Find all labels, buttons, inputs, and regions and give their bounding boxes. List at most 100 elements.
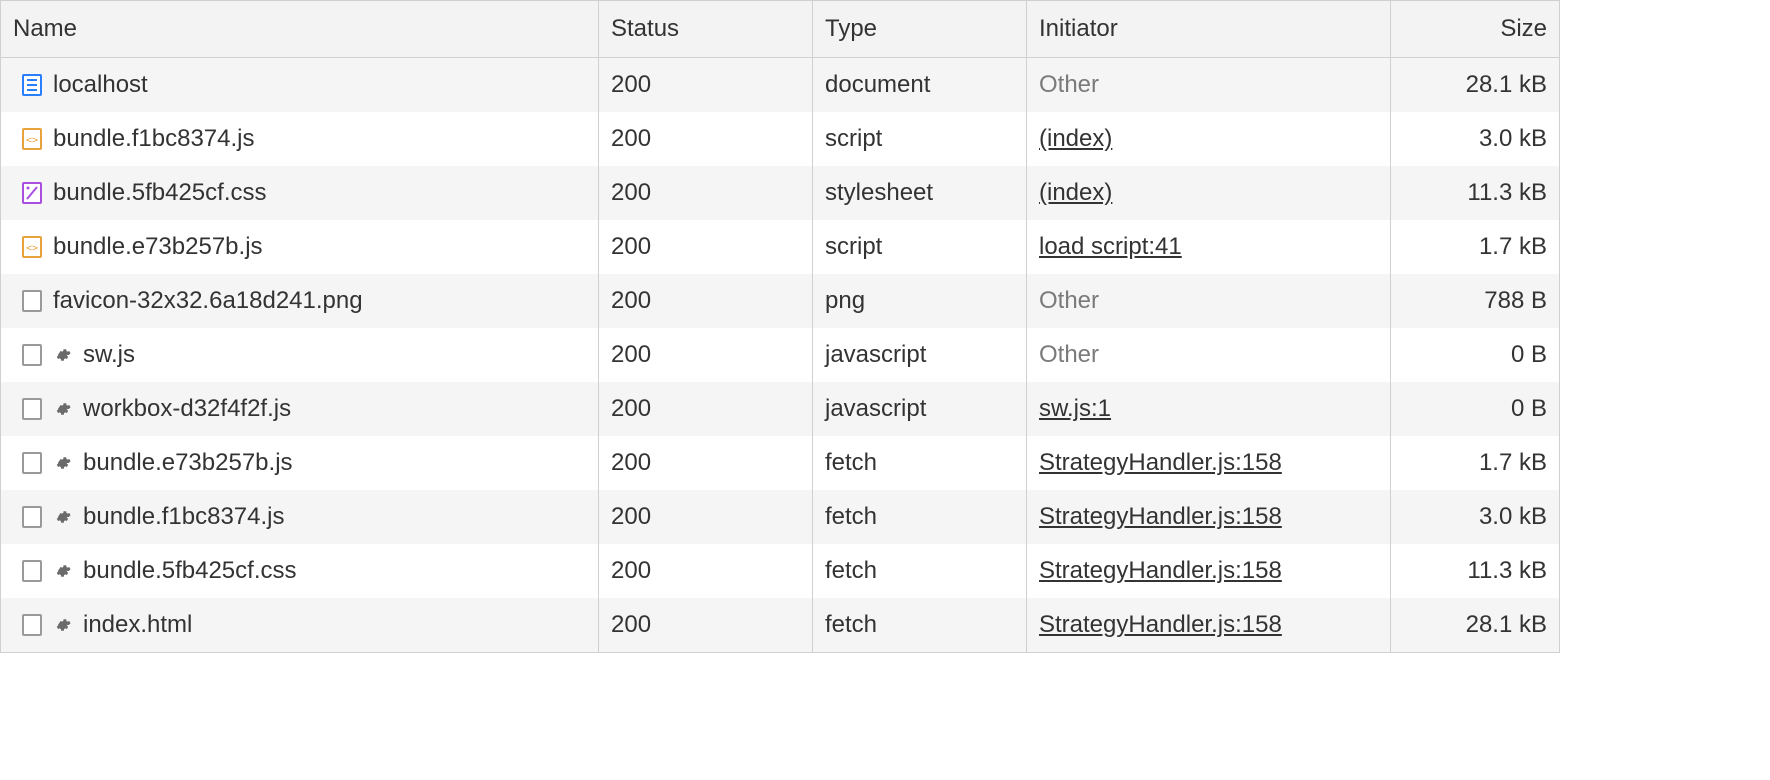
request-name: bundle.e73b257b.js xyxy=(53,233,263,261)
cell-name: favicon-32x32.6a18d241.png xyxy=(1,274,599,328)
table-row[interactable]: bundle.5fb425cf.css 200fetch StrategyHandl… xyxy=(1,544,1559,598)
table-row[interactable]: <> bundle.f1bc8374.js 200script (index) 3.0 … xyxy=(1,112,1559,166)
column-header-initiator[interactable]: Initiator xyxy=(1027,1,1391,57)
cell-name: bundle.5fb425cf.css xyxy=(1,166,599,220)
cell-initiator: Other xyxy=(1027,58,1391,112)
table-row[interactable]: index.html200fetchStrategyHandler.js:158… xyxy=(1,598,1559,652)
column-header-name[interactable]: Name xyxy=(1,1,599,57)
initiator-text: Other xyxy=(1039,341,1099,369)
gear-icon xyxy=(53,347,73,363)
blank-file-icon xyxy=(21,344,43,366)
column-header-size[interactable]: Size xyxy=(1391,1,1559,57)
initiator-link[interactable]: sw.js:1 xyxy=(1039,395,1111,423)
cell-name: bundle.e73b257b.js xyxy=(1,436,599,490)
column-header-type[interactable]: Type xyxy=(813,1,1027,57)
cell-name: bundle.5fb425cf.css xyxy=(1,544,599,598)
request-name: bundle.5fb425cf.css xyxy=(83,557,296,585)
cell-initiator: sw.js:1 xyxy=(1027,382,1391,436)
cell-type: script xyxy=(813,220,1027,274)
cell-size: 28.1 kB xyxy=(1391,58,1559,112)
cell-name: <> bundle.f1bc8374.js xyxy=(1,112,599,166)
request-name: favicon-32x32.6a18d241.png xyxy=(53,287,363,315)
blank-file-icon xyxy=(21,560,43,582)
cell-size: 1.7 kB xyxy=(1391,436,1559,490)
cell-name: localhost xyxy=(1,58,599,112)
cell-name: bundle.f1bc8374.js xyxy=(1,490,599,544)
js-file-icon: <> xyxy=(21,236,43,258)
table-row[interactable]: workbox-d32f4f2f.js 200javascript sw.js:1 0… xyxy=(1,382,1559,436)
cell-size: 3.0 kB xyxy=(1391,490,1559,544)
gear-icon xyxy=(53,617,73,633)
cell-type: fetch xyxy=(813,490,1027,544)
request-name: bundle.f1bc8374.js xyxy=(53,125,255,153)
gear-icon xyxy=(53,455,73,471)
table-row[interactable]: bundle.f1bc8374.js 200fetch StrategyHandle… xyxy=(1,490,1559,544)
cell-status: 200 xyxy=(599,544,813,598)
svg-text:<>: <> xyxy=(26,135,38,146)
cell-initiator: (index) xyxy=(1027,166,1391,220)
cell-name: index.html xyxy=(1,598,599,652)
svg-text:<>: <> xyxy=(26,243,38,254)
cell-status: 200 xyxy=(599,166,813,220)
gear-icon xyxy=(53,563,73,579)
table-header-row: Name Status Type Initiator Size xyxy=(1,1,1559,58)
blank-file-icon xyxy=(21,506,43,528)
cell-status: 200 xyxy=(599,436,813,490)
cell-type: fetch xyxy=(813,544,1027,598)
cell-size: 0 B xyxy=(1391,382,1559,436)
cell-status: 200 xyxy=(599,490,813,544)
initiator-link[interactable]: StrategyHandler.js:158 xyxy=(1039,557,1282,585)
initiator-link[interactable]: (index) xyxy=(1039,179,1112,207)
request-name: bundle.5fb425cf.css xyxy=(53,179,266,207)
cell-status: 200 xyxy=(599,382,813,436)
table-row[interactable]: sw.js200javascriptOther0 B xyxy=(1,328,1559,382)
cell-type: document xyxy=(813,58,1027,112)
column-header-status[interactable]: Status xyxy=(599,1,813,57)
initiator-link[interactable]: StrategyHandler.js:158 xyxy=(1039,611,1282,639)
cell-size: 11.3 kB xyxy=(1391,166,1559,220)
table-row[interactable]: bundle.5fb425cf.css200stylesheet(index)1… xyxy=(1,166,1559,220)
cell-type: fetch xyxy=(813,436,1027,490)
request-name: index.html xyxy=(83,611,192,639)
cell-status: 200 xyxy=(599,274,813,328)
css-file-icon xyxy=(21,182,43,204)
table-row[interactable]: <> bundle.e73b257b.js 200script load script… xyxy=(1,220,1559,274)
cell-status: 200 xyxy=(599,598,813,652)
table-row[interactable]: bundle.e73b257b.js 200fetch StrategyHandle… xyxy=(1,436,1559,490)
request-name: bundle.e73b257b.js xyxy=(83,449,293,477)
initiator-link[interactable]: StrategyHandler.js:158 xyxy=(1039,449,1282,477)
cell-size: 3.0 kB xyxy=(1391,112,1559,166)
network-requests-table: Name Status Type Initiator Size localhos… xyxy=(0,0,1560,653)
cell-name: sw.js xyxy=(1,328,599,382)
initiator-link[interactable]: load script:41 xyxy=(1039,233,1182,261)
cell-status: 200 xyxy=(599,58,813,112)
request-name: bundle.f1bc8374.js xyxy=(83,503,285,531)
blank-file-icon xyxy=(21,614,43,636)
cell-initiator: StrategyHandler.js:158 xyxy=(1027,490,1391,544)
initiator-link[interactable]: (index) xyxy=(1039,125,1112,153)
table-row[interactable]: localhost200document Other 28.1 kB xyxy=(1,58,1559,112)
cell-size: 0 B xyxy=(1391,328,1559,382)
cell-status: 200 xyxy=(599,220,813,274)
cell-status: 200 xyxy=(599,328,813,382)
js-file-icon: <> xyxy=(21,128,43,150)
blank-file-icon xyxy=(21,290,43,312)
cell-initiator: StrategyHandler.js:158 xyxy=(1027,436,1391,490)
request-name: workbox-d32f4f2f.js xyxy=(83,395,291,423)
cell-initiator: load script:41 xyxy=(1027,220,1391,274)
gear-icon xyxy=(53,401,73,417)
cell-size: 1.7 kB xyxy=(1391,220,1559,274)
cell-type: javascript xyxy=(813,382,1027,436)
blank-file-icon xyxy=(21,398,43,420)
cell-initiator: StrategyHandler.js:158 xyxy=(1027,544,1391,598)
initiator-link[interactable]: StrategyHandler.js:158 xyxy=(1039,503,1282,531)
cell-type: script xyxy=(813,112,1027,166)
cell-initiator: StrategyHandler.js:158 xyxy=(1027,598,1391,652)
initiator-text: Other xyxy=(1039,71,1099,99)
cell-initiator: Other xyxy=(1027,274,1391,328)
cell-type: png xyxy=(813,274,1027,328)
initiator-text: Other xyxy=(1039,287,1099,315)
document-file-icon xyxy=(21,74,43,96)
cell-status: 200 xyxy=(599,112,813,166)
table-row[interactable]: favicon-32x32.6a18d241.png200pngOther788… xyxy=(1,274,1559,328)
